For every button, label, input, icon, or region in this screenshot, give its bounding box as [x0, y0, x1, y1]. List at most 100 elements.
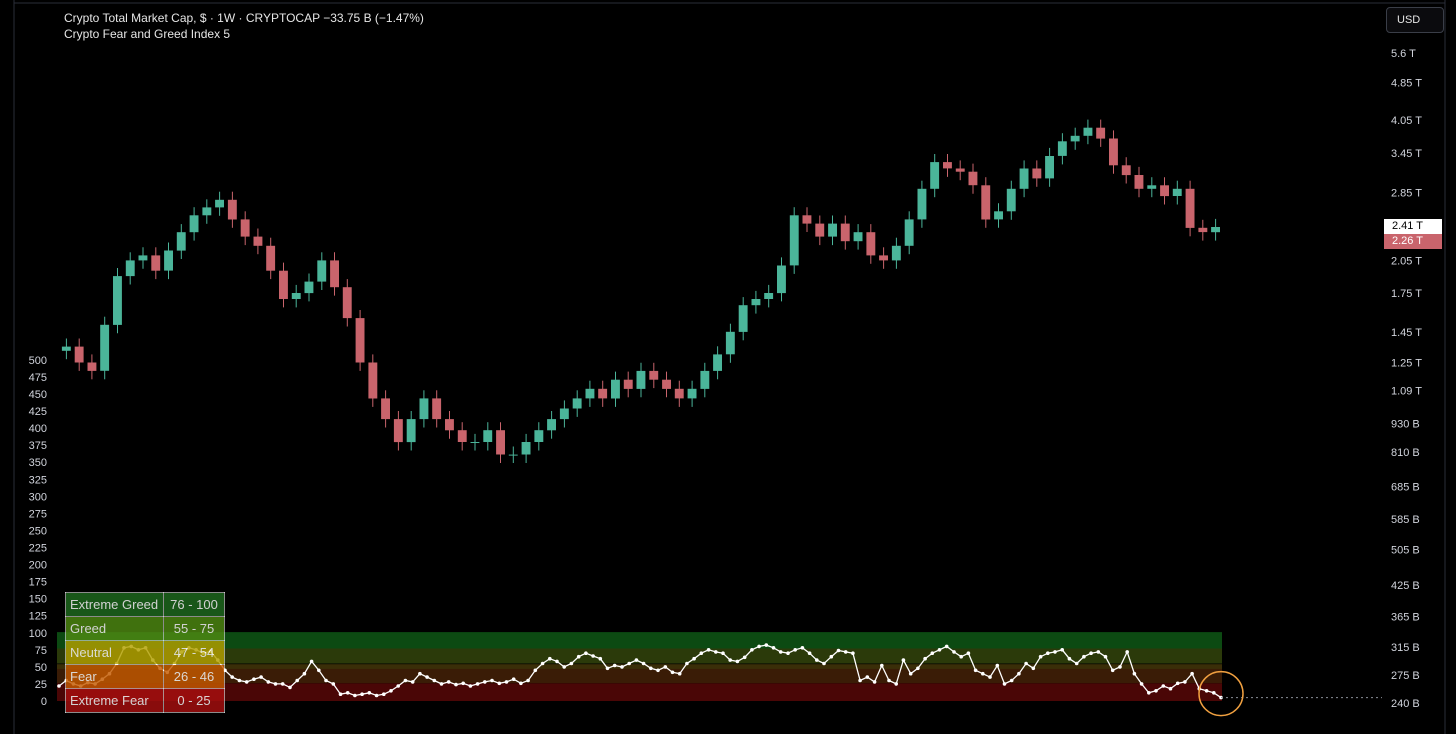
candle-body	[649, 370, 659, 380]
fg-point	[930, 651, 935, 655]
fg-point	[591, 654, 595, 658]
left-axis-tick: 375	[29, 440, 47, 452]
fg-point	[338, 692, 343, 696]
fg-point	[966, 651, 971, 655]
fg-point	[576, 654, 581, 659]
fg-point	[1031, 666, 1036, 671]
fg-point	[403, 678, 408, 683]
right-axis-tick: 315 B	[1391, 642, 1420, 654]
fg-point	[519, 681, 523, 686]
left-axis-tick: 400	[29, 423, 47, 435]
candle-body	[240, 219, 250, 237]
fg-point	[865, 675, 870, 679]
candle-body	[981, 185, 991, 220]
fg-point	[1204, 689, 1209, 693]
fg-point	[1161, 684, 1166, 688]
left-axis-tick: 75	[35, 645, 47, 657]
fg-point	[439, 682, 444, 686]
fg-point	[771, 646, 776, 650]
candle-body	[1096, 127, 1106, 139]
candle-body	[994, 211, 1003, 220]
candle-body	[1057, 141, 1067, 156]
candle-body	[1211, 227, 1220, 233]
fg-point	[800, 646, 805, 650]
fg-point	[309, 659, 314, 664]
candle-body	[1147, 185, 1157, 189]
fg-point	[1002, 682, 1007, 686]
fg-point	[728, 658, 732, 662]
fg-point	[497, 681, 502, 686]
candle-body	[955, 168, 965, 172]
candle-body	[687, 388, 697, 399]
fg-point	[641, 661, 646, 666]
fg-point	[526, 678, 530, 683]
candle-body	[1185, 188, 1195, 228]
fg-point	[266, 680, 271, 684]
candle-body	[227, 199, 237, 220]
candle-body	[879, 255, 888, 261]
fg-point	[425, 675, 429, 679]
fg-point	[57, 684, 61, 688]
fg-point	[1046, 651, 1050, 655]
candle-body	[815, 223, 825, 237]
fg-point	[584, 651, 588, 655]
fg-point	[1139, 682, 1144, 686]
fg-point	[367, 691, 372, 695]
fg-point	[504, 680, 509, 684]
fg-point	[1118, 665, 1122, 669]
fg-point	[259, 675, 263, 679]
fg-point	[1147, 691, 1151, 695]
right-axis-tick: 425 B	[1391, 580, 1420, 592]
fg-point	[353, 693, 357, 698]
left-axis-tick: 425	[29, 406, 47, 418]
candle-body	[189, 215, 199, 233]
legend-row-extreme-fear: Extreme Fear 0 - 25	[65, 688, 225, 713]
right-axis-tick: 685 B	[1391, 482, 1420, 494]
fg-point	[1067, 656, 1072, 661]
candle-body	[853, 232, 863, 242]
right-axis-tick: 505 B	[1391, 545, 1420, 557]
fg-point	[461, 681, 466, 686]
fg-point	[468, 684, 473, 688]
candle-body	[866, 232, 876, 256]
candle-body	[125, 260, 135, 277]
legend-range: 76 - 100	[163, 592, 225, 617]
candle-body	[470, 442, 480, 443]
candle-body	[1006, 188, 1016, 212]
fg-point	[345, 691, 350, 695]
candle-body	[457, 430, 467, 442]
candle-body	[1045, 156, 1054, 179]
candle-body	[751, 299, 761, 306]
fg-point	[937, 648, 942, 652]
fg-point	[1017, 671, 1021, 676]
fg-point	[843, 650, 848, 654]
fg-point	[237, 678, 242, 683]
fg-point	[1175, 681, 1180, 686]
candle-body	[1160, 185, 1169, 197]
fg-point	[475, 682, 480, 686]
candle-body	[215, 199, 224, 208]
fg-point	[995, 663, 1000, 668]
fg-point	[1125, 650, 1129, 654]
candle-body	[100, 324, 110, 371]
candle-body	[151, 255, 161, 271]
fg-point	[959, 654, 963, 659]
legend-row-fear: Fear 26 - 46	[65, 664, 225, 689]
candle-body	[764, 293, 774, 299]
candle-body	[904, 219, 914, 246]
candle-body	[572, 398, 582, 409]
right-axis-tick: 585 B	[1391, 514, 1420, 526]
candle-body	[393, 419, 403, 443]
fg-point	[714, 650, 718, 654]
legend-label: Extreme Fear	[65, 688, 164, 713]
legend-label: Fear	[65, 664, 164, 689]
fg-point	[829, 654, 834, 659]
legend-label: Greed	[65, 616, 164, 641]
candle-body	[547, 419, 556, 431]
candle-body	[598, 388, 608, 399]
fg-point	[699, 651, 704, 655]
fg-point	[656, 668, 660, 673]
left-axis-tick: 175	[29, 577, 47, 589]
currency-button[interactable]: USD	[1386, 7, 1444, 33]
fg-zone	[57, 632, 1222, 650]
